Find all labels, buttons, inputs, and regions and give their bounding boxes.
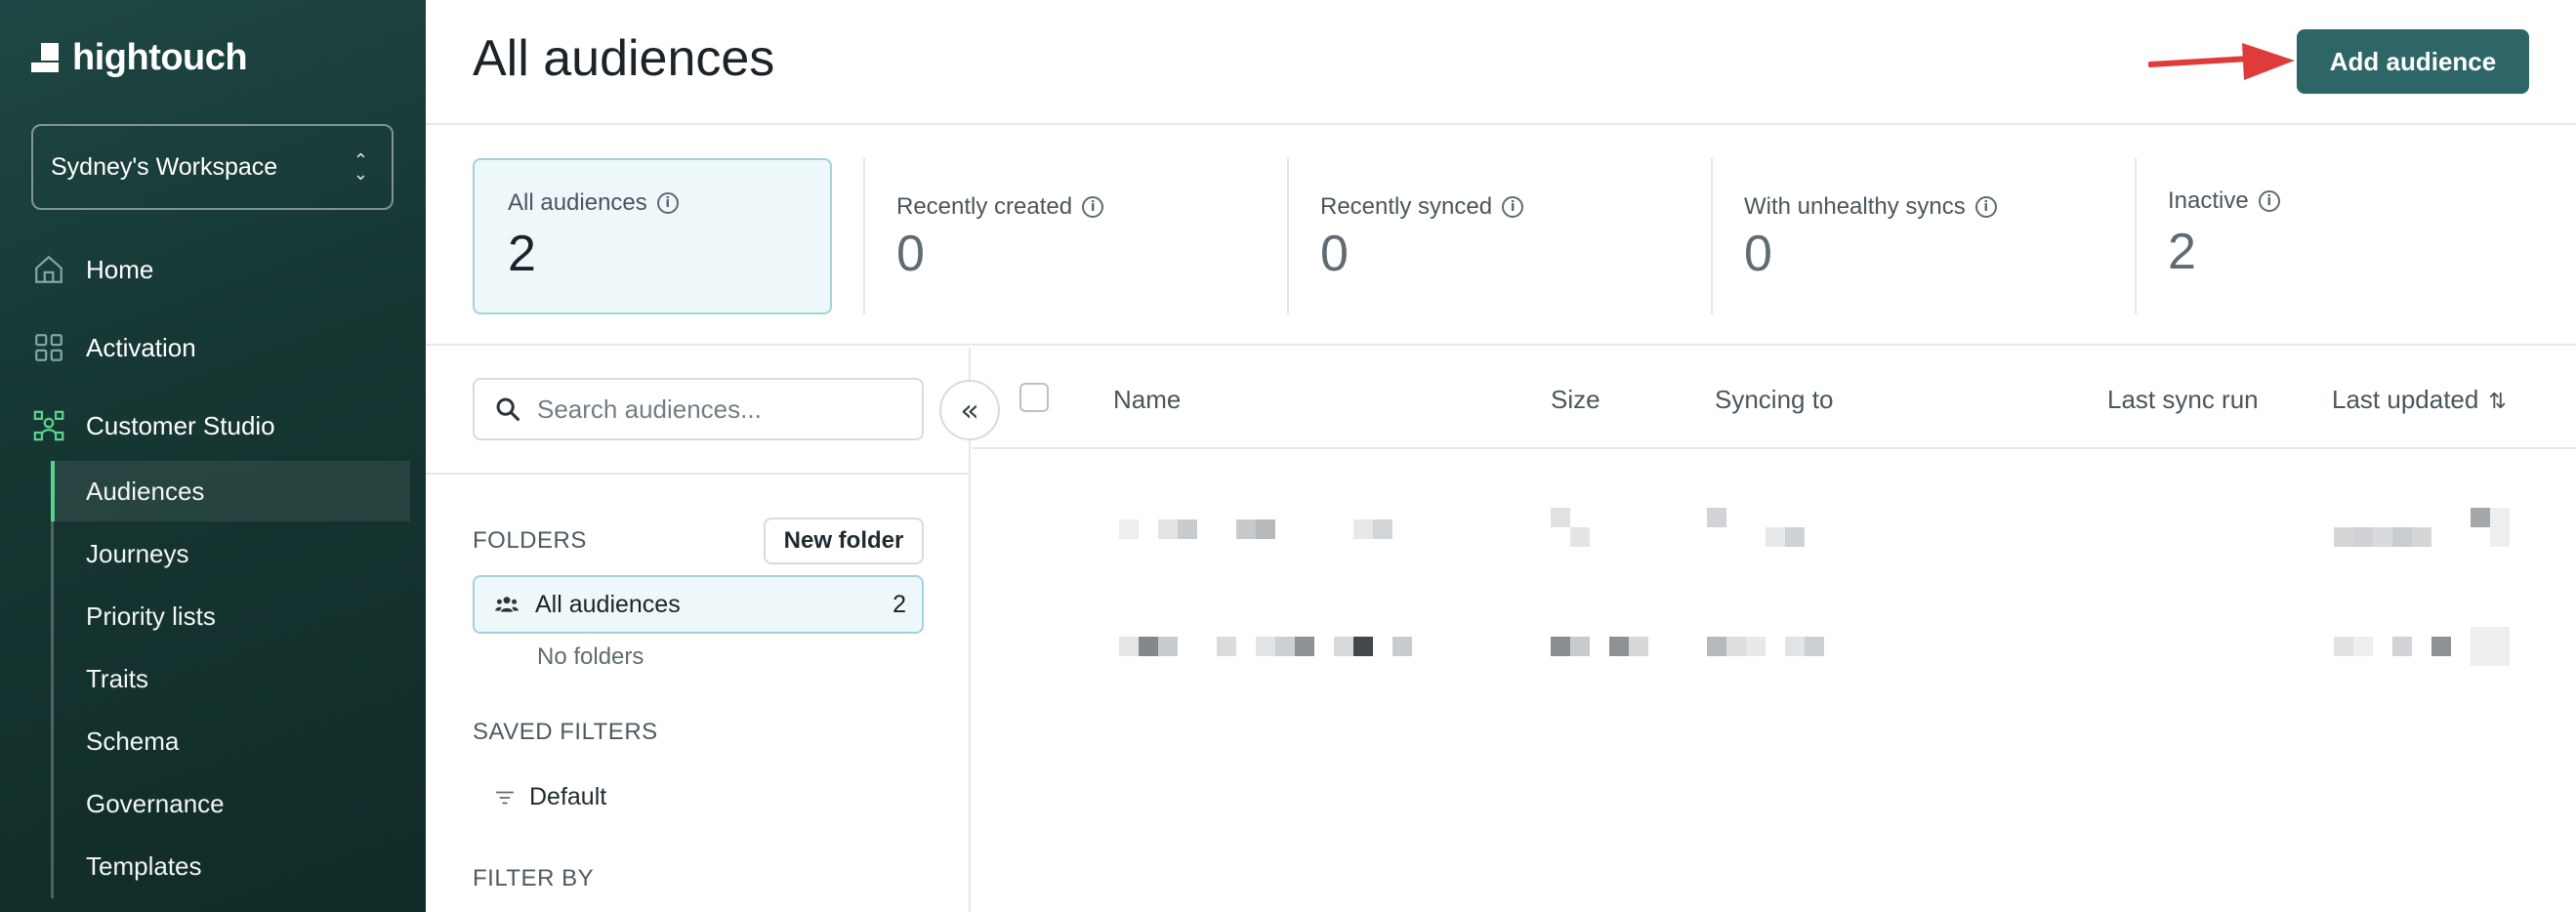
chevrons-left-icon: « (960, 392, 979, 429)
hightouch-logo[interactable]: hightouch (31, 37, 248, 79)
sidebar-subitem-label: Governance (86, 788, 225, 818)
stat-value: 0 (1744, 226, 1772, 282)
stat-value: 2 (2168, 224, 2196, 280)
column-header-syncing-to[interactable]: Syncing to (1715, 385, 1833, 415)
sidebar-subitem-label: Traits (86, 663, 149, 693)
new-folder-button[interactable]: New folder (764, 518, 924, 564)
column-header-label: Last updated (2332, 385, 2479, 414)
stat-card-recently-synced[interactable]: Recently synced i 0 (1287, 158, 1711, 314)
stat-label: With unhealthy syncs i (1744, 193, 1997, 221)
stat-label: All audiences i (508, 189, 679, 217)
sidebar-item-home[interactable]: Home (31, 252, 153, 287)
sidebar-subitem-label: Audiences (86, 476, 205, 506)
column-header-last-updated[interactable]: Last updated ⇅ (2332, 385, 2507, 415)
activation-icon (31, 330, 66, 365)
panel-divider (426, 473, 971, 475)
saved-filter-label: Default (529, 783, 607, 810)
info-icon[interactable]: i (656, 192, 679, 214)
column-header-size[interactable]: Size (1551, 385, 1600, 415)
sidebar: hightouch Sydney's Workspace ⌃ ⌄ Home Act… (0, 0, 426, 912)
logo-text: hightouch (72, 37, 248, 78)
stat-label-text: Inactive (2168, 187, 2249, 214)
redacted-size (1551, 508, 1600, 547)
sidebar-item-label: Home (86, 254, 154, 284)
workspace-name: Sydney's Workspace (51, 152, 278, 181)
sort-icon[interactable]: ⇅ (2488, 390, 2506, 414)
stat-label: Inactive i (2168, 187, 2280, 215)
table-row[interactable] (973, 451, 2576, 568)
redacted-size (1551, 637, 1648, 656)
sidebar-subitem-governance[interactable]: Governance (51, 773, 410, 834)
saved-filters-heading: SAVED FILTERS (473, 719, 658, 745)
sidebar-subitem-audiences[interactable]: Audiences (51, 461, 410, 521)
filter-icon (495, 791, 515, 804)
info-icon[interactable]: i (1082, 196, 1104, 218)
redacted-last-updated (2334, 627, 2529, 666)
redacted-destination (1707, 637, 1844, 656)
home-icon (31, 252, 66, 287)
stat-value: 0 (896, 226, 925, 282)
stat-card-all-audiences[interactable]: All audiences i 2 (473, 158, 832, 314)
sidebar-subitem-label: Journeys (86, 538, 189, 568)
sidebar-item-activation[interactable]: Activation (31, 330, 196, 365)
redacted-last-updated (2334, 508, 2529, 547)
stat-label-text: Recently created (896, 193, 1073, 220)
folders-panel: Search audiences... FOLDERS New folder A… (426, 348, 971, 912)
sidebar-item-label: Customer Studio (86, 410, 275, 440)
stat-value: 0 (1320, 226, 1349, 282)
sidebar-item-customer-studio[interactable]: Customer Studio (31, 408, 275, 443)
column-header-last-sync-run[interactable]: Last sync run (2107, 385, 2259, 415)
stat-label-text: All audiences (508, 189, 647, 216)
sidebar-subitem-priority-lists[interactable]: Priority lists (51, 586, 410, 646)
audience-stats: All audiences i 2 Recently created i 0 R… (426, 127, 2576, 346)
sidebar-subitem-label: Schema (86, 725, 180, 756)
info-icon[interactable]: i (1974, 196, 1997, 218)
sidebar-subitem-label: Priority lists (86, 601, 216, 631)
chevron-up-down-icon: ⌃ ⌄ (353, 150, 368, 184)
collapse-panel-button[interactable]: « (939, 380, 1000, 440)
saved-filter-default[interactable]: Default (494, 783, 606, 811)
info-icon[interactable]: i (1502, 196, 1524, 218)
sidebar-item-label: Activation (86, 332, 196, 362)
stat-label-text: Recently synced (1320, 193, 1493, 220)
stat-label: Recently synced i (1320, 193, 1524, 221)
add-audience-button[interactable]: Add audience (2297, 29, 2529, 94)
folder-count: 2 (893, 590, 906, 618)
search-icon (496, 397, 520, 422)
annotation-arrow-icon (2148, 43, 2295, 80)
redacted-name (1119, 519, 1412, 539)
sidebar-subitem-traits[interactable]: Traits (51, 648, 410, 709)
column-header-name[interactable]: Name (1113, 385, 1181, 415)
filter-by-heading: FILTER BY (473, 865, 595, 891)
table-header: Name Size Syncing to Last sync run Last … (973, 348, 2576, 449)
stat-label-text: With unhealthy syncs (1744, 193, 1966, 220)
stat-label: Recently created i (896, 193, 1104, 221)
page-title: All audiences (473, 30, 775, 87)
users-icon (495, 597, 519, 612)
stat-value: 2 (508, 226, 536, 282)
customer-studio-icon (31, 408, 66, 443)
sidebar-subitem-schema[interactable]: Schema (51, 711, 410, 771)
table-row[interactable] (973, 568, 2576, 685)
stat-card-unhealthy-syncs[interactable]: With unhealthy syncs i 0 (1711, 158, 2135, 314)
sidebar-subitem-templates[interactable]: Templates (51, 836, 410, 896)
stat-card-recently-created[interactable]: Recently created i 0 (863, 158, 1287, 314)
no-folders-text: No folders (537, 643, 644, 670)
search-placeholder: Search audiences... (537, 394, 762, 424)
audiences-table: Name Size Syncing to Last sync run Last … (973, 348, 2576, 912)
select-all-checkbox[interactable] (1019, 383, 1049, 412)
redacted-name (1119, 637, 1432, 656)
hightouch-logo-icon (31, 42, 62, 74)
redacted-destination (1707, 508, 1824, 547)
sidebar-subitem-label: Templates (86, 850, 202, 881)
stat-card-inactive[interactable]: Inactive i 2 (2135, 158, 2525, 314)
folders-heading: FOLDERS (473, 527, 587, 554)
search-input[interactable]: Search audiences... (473, 378, 924, 440)
workspace-switcher[interactable]: Sydney's Workspace ⌃ ⌄ (31, 124, 394, 210)
folder-label: All audiences (535, 590, 681, 618)
info-icon[interactable]: i (2258, 190, 2280, 212)
sidebar-subitem-journeys[interactable]: Journeys (51, 523, 410, 584)
folder-all-audiences[interactable]: All audiences 2 (473, 575, 924, 634)
